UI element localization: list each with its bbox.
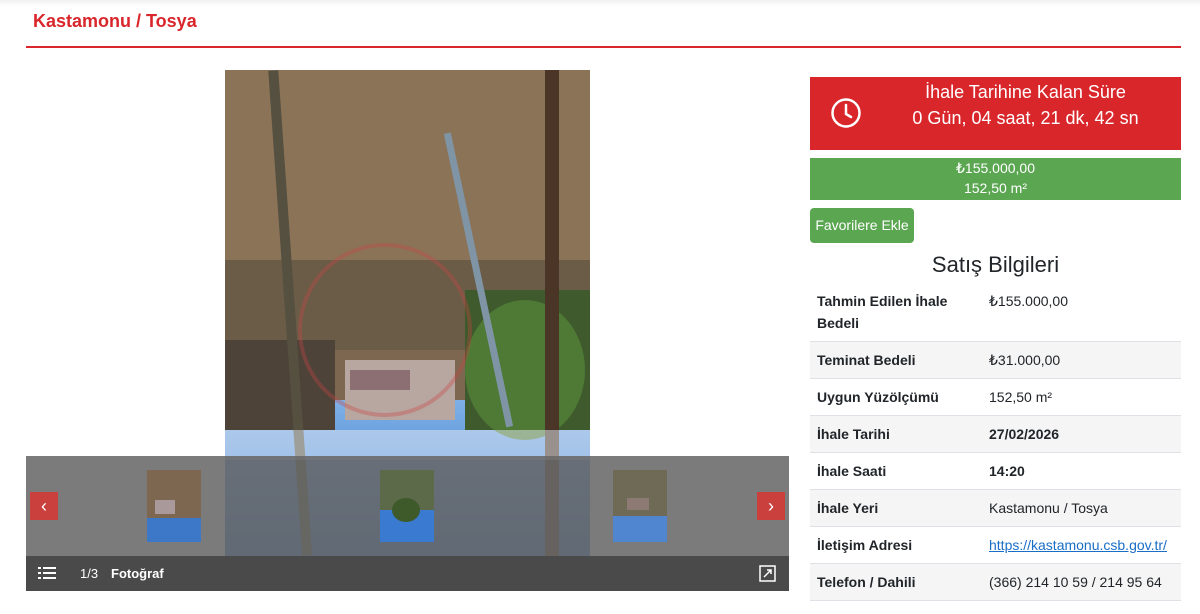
thumbnail-3[interactable] bbox=[613, 470, 667, 542]
table-row: İhale Saati 14:20 bbox=[810, 452, 1181, 490]
section-title: Satış Bilgileri bbox=[931, 252, 1060, 277]
thumbnail-strip: ‹ › bbox=[26, 456, 789, 556]
page-title: Kastamonu / Tosya bbox=[33, 11, 197, 31]
table-row: İletişim Adresi https://kastamonu.csb.go… bbox=[810, 526, 1181, 564]
table-row: İhale Yeri Kastamonu / Tosya bbox=[810, 489, 1181, 527]
countdown-value: 0 Gün, 04 saat, 21 dk, 42 sn bbox=[912, 108, 1139, 128]
contact-address-link[interactable]: https://kastamonu.csb.gov.tr/ bbox=[989, 537, 1167, 553]
expand-icon[interactable] bbox=[759, 565, 776, 582]
row-label: Tahmin Edilen İhale Bedeli bbox=[810, 283, 982, 342]
thumbnail-2[interactable] bbox=[380, 470, 434, 542]
chevron-right-icon[interactable]: › bbox=[757, 492, 785, 520]
photo-gallery: ‹ › 1/3 Fotoğraf bbox=[26, 70, 789, 591]
row-value: 14:20 bbox=[982, 452, 1181, 490]
add-favorite-button[interactable]: Favorilere Ekle bbox=[810, 208, 914, 243]
price-amount: ₺155.000,00 bbox=[956, 160, 1035, 176]
row-value: (366) 214 10 59 / 214 95 64 bbox=[982, 563, 1181, 601]
thumbnail-1[interactable] bbox=[147, 470, 201, 542]
row-label: Uygun Yüzölçümü bbox=[810, 378, 982, 416]
photo-label: Fotoğraf bbox=[111, 566, 164, 581]
row-label: İhale Saati bbox=[810, 452, 982, 490]
row-label: İletişim Adresi bbox=[810, 526, 982, 564]
table-row: İhale Tarihi 27/02/2026 bbox=[810, 415, 1181, 453]
row-value: 27/02/2026 bbox=[982, 415, 1181, 453]
gallery-toolbar: 1/3 Fotoğraf bbox=[26, 556, 789, 591]
row-value: 152,50 m² bbox=[982, 378, 1181, 416]
row-value: ₺31.000,00 bbox=[982, 341, 1181, 379]
clock-icon bbox=[831, 98, 861, 128]
row-value: Kastamonu / Tosya bbox=[982, 489, 1181, 527]
table-row: Telefon / Dahili (366) 214 10 59 / 214 9… bbox=[810, 563, 1181, 601]
row-label: Telefon / Dahili bbox=[810, 563, 982, 601]
sale-info-table: Tahmin Edilen İhale Bedeli ₺155.000,00 T… bbox=[810, 283, 1181, 601]
row-value: ₺155.000,00 bbox=[982, 283, 1181, 342]
header-divider bbox=[26, 46, 1181, 48]
price-summary: ₺155.000,00 152,50 m² bbox=[810, 158, 1181, 200]
table-row: Uygun Yüzölçümü 152,50 m² bbox=[810, 378, 1181, 416]
row-label: Teminat Bedeli bbox=[810, 341, 982, 379]
table-row: Tahmin Edilen İhale Bedeli ₺155.000,00 bbox=[810, 283, 1181, 342]
countdown-banner: İhale Tarihine Kalan Süre 0 Gün, 04 saat… bbox=[810, 77, 1181, 150]
row-label: İhale Yeri bbox=[810, 489, 982, 527]
countdown-title: İhale Tarihine Kalan Süre bbox=[925, 82, 1126, 102]
row-label: İhale Tarihi bbox=[810, 415, 982, 453]
top-shadow-bar bbox=[0, 0, 1200, 6]
list-icon[interactable] bbox=[38, 565, 56, 581]
chevron-left-icon[interactable]: ‹ bbox=[30, 492, 58, 520]
price-area: 152,50 m² bbox=[963, 180, 1028, 196]
photo-counter: 1/3 bbox=[80, 566, 99, 581]
table-row: Teminat Bedeli ₺31.000,00 bbox=[810, 341, 1181, 379]
